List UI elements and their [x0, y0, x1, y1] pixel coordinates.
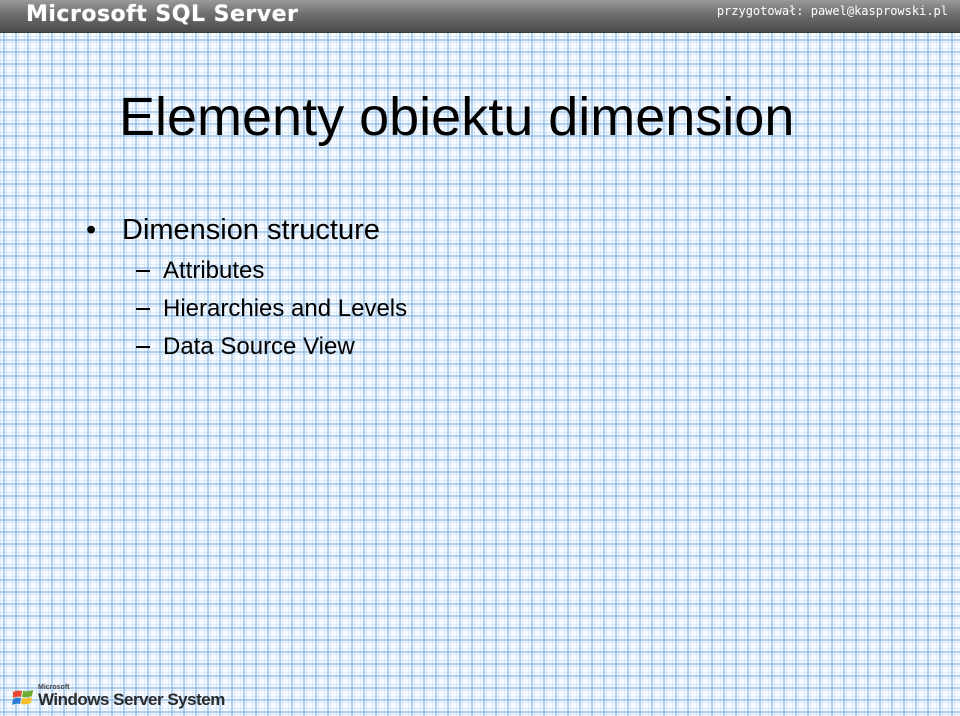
brand-logo-text: Microsoft SQL Server: [26, 2, 299, 27]
bullet-label: Dimension structure: [122, 214, 380, 246]
dash-icon: [136, 270, 150, 272]
sub-bullet-item: Attributes: [86, 252, 407, 290]
bullet-dot-icon: •: [86, 214, 97, 246]
dash-icon: [136, 308, 150, 310]
windows-flag-icon: [12, 690, 33, 705]
sub-bullet-label: Attributes: [163, 257, 265, 284]
dash-icon: [136, 346, 150, 348]
slide-title: Elementy obiektu dimension: [119, 87, 795, 147]
sub-bullet-item: Hierarchies and Levels: [86, 290, 407, 328]
footer-logo-text: Windows Server System: [38, 690, 225, 709]
sub-bullet-label: Data Source View: [163, 333, 355, 360]
sub-bullet-label: Hierarchies and Levels: [163, 295, 408, 322]
slide-background: Microsoft SQL Server przygotował: pawel@…: [0, 0, 960, 716]
sub-bullet-list: Attributes Hierarchies and Levels Data S…: [122, 252, 407, 366]
author-credit: przygotował: pawel@kasprowski.pl: [716, 4, 948, 18]
sub-bullet-item: Data Source View: [86, 328, 407, 366]
bullet-list: • Dimension structure Attributes Hierarc…: [86, 212, 407, 366]
footer-logo: Microsoft Windows Server System: [12, 684, 232, 712]
header-bar: Microsoft SQL Server przygotował: pawel@…: [0, 0, 960, 33]
bullet-item: • Dimension structure Attributes Hierarc…: [86, 212, 407, 366]
